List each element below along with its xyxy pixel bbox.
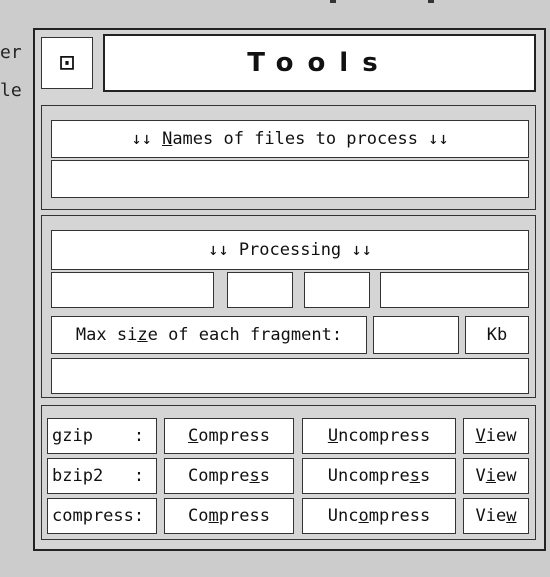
background-mark-2 — [428, 0, 434, 3]
processing-header: ↓↓ Processing ↓↓ — [51, 230, 529, 270]
compress-view-button[interactable]: View — [463, 498, 529, 534]
status-cell-4 — [380, 272, 529, 308]
bzip2-view-button[interactable]: View — [463, 458, 529, 494]
files-input[interactable] — [51, 160, 529, 198]
max-size-input[interactable] — [373, 316, 459, 354]
bzip2-compress-button[interactable]: Compress — [164, 458, 294, 494]
status-cell-2 — [227, 272, 293, 308]
processing-message — [51, 358, 529, 394]
compress-compress-button[interactable]: Compress — [164, 498, 294, 534]
status-cell-3 — [304, 272, 370, 308]
files-header-label: ↓↓ Names of files to process ↓↓ — [131, 129, 449, 149]
window-close-button[interactable]: ⊡ — [41, 37, 93, 89]
tool-name-compress: compress: — [47, 498, 157, 534]
compress-uncompress-button[interactable]: Uncompress — [302, 498, 456, 534]
kb-unit-label: Kb — [465, 316, 529, 354]
gzip-uncompress-button[interactable]: Uncompress — [302, 418, 456, 454]
background-window-text-1: er — [0, 42, 22, 63]
background-window-text-2: le — [0, 80, 22, 101]
tool-name-gzip: gzip : — [47, 418, 157, 454]
bzip2-uncompress-button[interactable]: Uncompress — [302, 458, 456, 494]
tool-name-bzip2: bzip2 : — [47, 458, 157, 494]
status-cell-1 — [51, 272, 214, 308]
exit-icon: ⊡ — [59, 48, 75, 78]
gzip-view-button[interactable]: View — [463, 418, 529, 454]
max-size-label: Max size of each fragment: — [51, 316, 367, 354]
window-title[interactable]: Tools — [103, 34, 536, 92]
files-header[interactable]: ↓↓ Names of files to process ↓↓ — [51, 120, 529, 158]
gzip-compress-button[interactable]: Compress — [164, 418, 294, 454]
background-mark-1 — [330, 0, 336, 3]
